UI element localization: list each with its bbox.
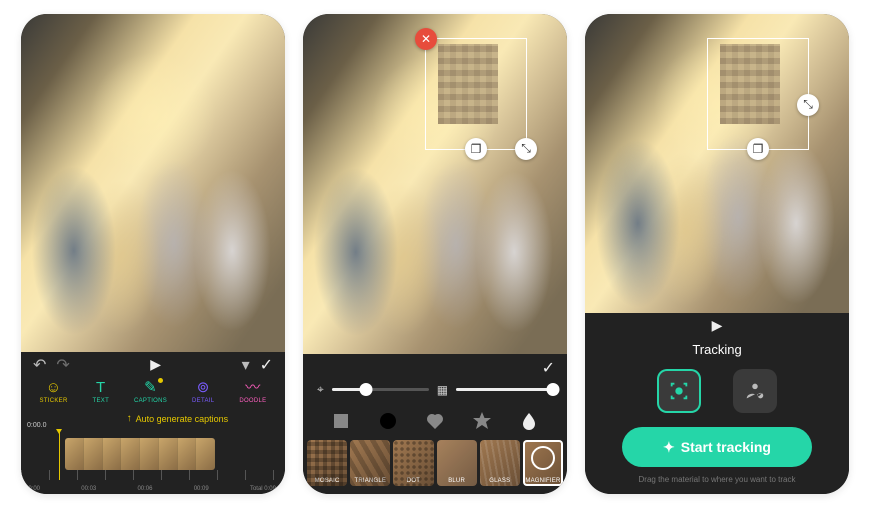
- shape-drop[interactable]: [518, 410, 540, 432]
- video-preview[interactable]: ✕ ⤡ ❐: [303, 14, 567, 354]
- confirm-button[interactable]: ✓: [542, 358, 555, 372]
- timeline-labels: 00:00 00:03 00:06 00:09 Total 0:09.2: [21, 486, 285, 492]
- style-magnifier[interactable]: MAGNIFIER: [523, 440, 563, 486]
- sliders-row: ⌖ ▦: [303, 376, 567, 404]
- intensity-slider[interactable]: [456, 388, 553, 391]
- video-preview[interactable]: [21, 14, 285, 352]
- tracking-hint: Drag the material to where you want to t…: [585, 475, 849, 493]
- tracking-panel: ▶ Tracking ✦ Start tracking Drag the mat…: [585, 313, 849, 493]
- doodle-icon: 〰: [245, 380, 260, 396]
- track-mode-person[interactable]: [733, 369, 777, 413]
- timeline[interactable]: 0:00.0 00:00 00:03 00:06 00:09 Total 0:0…: [21, 430, 285, 494]
- shape-star[interactable]: [471, 410, 493, 432]
- style-mosaic[interactable]: MOSAIC: [307, 440, 347, 486]
- arrow-up-icon: ↑: [127, 413, 132, 424]
- tool-label: TEXT: [93, 398, 110, 404]
- size-slider-thumb[interactable]: [359, 383, 372, 396]
- timeline-clip[interactable]: [65, 438, 215, 470]
- tool-label: CAPTIONS: [134, 398, 167, 404]
- style-glass[interactable]: GLASS: [480, 440, 520, 486]
- detail-icon: ⊚: [197, 380, 210, 396]
- captions-callout: ↑ Auto generate captions: [21, 410, 285, 430]
- intensity-slider-thumb[interactable]: [547, 383, 560, 396]
- sticker-icon: ☺: [46, 380, 62, 396]
- mosaic-panel: ✓ ⌖ ▦ MOSAIC TRIANGLE DOT BLUR: [303, 354, 567, 494]
- size-slider[interactable]: [332, 388, 429, 391]
- timeline-ruler: [21, 470, 285, 480]
- delete-handle[interactable]: ✕: [415, 28, 437, 50]
- intensity-icon: ▦: [437, 383, 448, 397]
- filter-icon[interactable]: ▾: [242, 355, 250, 375]
- clone-handle[interactable]: ❐: [465, 138, 487, 160]
- style-dot[interactable]: DOT: [393, 440, 433, 486]
- tracking-title: Tracking: [585, 338, 849, 365]
- tool-sticker[interactable]: ☺ STICKER: [39, 380, 67, 404]
- style-presets: MOSAIC TRIANGLE DOT BLUR GLASS MAGNIFIER: [303, 440, 567, 494]
- screen-editor-toolbar: ↶ ↷ ▶ ▾ ✓ ☺ STICKER T TEXT ✎ CAPTIONS: [21, 14, 285, 494]
- tool-text[interactable]: T TEXT: [93, 380, 110, 404]
- video-preview[interactable]: ⤡ ❐: [585, 14, 849, 314]
- size-icon: ⌖: [317, 382, 324, 397]
- shape-square[interactable]: [330, 410, 352, 432]
- screen-tracking: ⤡ ❐ ▶ Tracking ✦ Start tracking Drag the…: [585, 14, 849, 494]
- redo-icon[interactable]: ↷: [56, 355, 69, 375]
- confirm-button[interactable]: ✓: [260, 355, 273, 375]
- editor-bottom-panel: ↶ ↷ ▶ ▾ ✓ ☺ STICKER T TEXT ✎ CAPTIONS: [21, 352, 285, 494]
- start-label: Start tracking: [681, 439, 771, 455]
- play-button[interactable]: ▶: [150, 356, 161, 373]
- tool-detail[interactable]: ⊚ DETAIL: [192, 380, 214, 404]
- clone-handle[interactable]: ❐: [747, 138, 769, 160]
- screen-mosaic-tool: ✕ ⤡ ❐ ✓ ⌖ ▦ MOSAIC: [303, 14, 567, 494]
- style-blur[interactable]: BLUR: [437, 440, 477, 486]
- tool-captions[interactable]: ✎ CAPTIONS: [134, 380, 167, 404]
- callout-text: Auto generate captions: [136, 414, 229, 424]
- tool-row: ☺ STICKER T TEXT ✎ CAPTIONS ⊚ DETAIL 〰 D…: [21, 378, 285, 410]
- track-mode-face[interactable]: [657, 369, 701, 413]
- text-icon: T: [96, 380, 105, 396]
- tool-label: DOODLE: [239, 398, 266, 404]
- tool-label: DETAIL: [192, 398, 214, 404]
- captions-icon: ✎: [144, 380, 157, 396]
- tracking-modes: [585, 365, 849, 427]
- shapes-row: [303, 404, 567, 440]
- cursor-time: 0:00.0: [27, 422, 46, 429]
- style-triangle[interactable]: TRIANGLE: [350, 440, 390, 486]
- start-tracking-button[interactable]: ✦ Start tracking: [622, 427, 812, 467]
- play-button[interactable]: ▶: [712, 317, 723, 333]
- selection-rectangle[interactable]: ✕ ⤡ ❐: [425, 38, 527, 150]
- shape-heart[interactable]: [424, 410, 446, 432]
- panel-topbar: ↶ ↷ ▶ ▾ ✓: [21, 352, 285, 378]
- shape-circle[interactable]: [377, 410, 399, 432]
- tracking-rectangle[interactable]: ⤡ ❐: [707, 38, 809, 150]
- tool-label: STICKER: [39, 398, 67, 404]
- resize-handle[interactable]: ⤡: [797, 94, 819, 116]
- sparkle-icon: ✦: [663, 439, 675, 456]
- tool-doodle[interactable]: 〰 DOODLE: [239, 380, 266, 404]
- undo-icon[interactable]: ↶: [33, 355, 46, 375]
- resize-handle[interactable]: ⤡: [515, 138, 537, 160]
